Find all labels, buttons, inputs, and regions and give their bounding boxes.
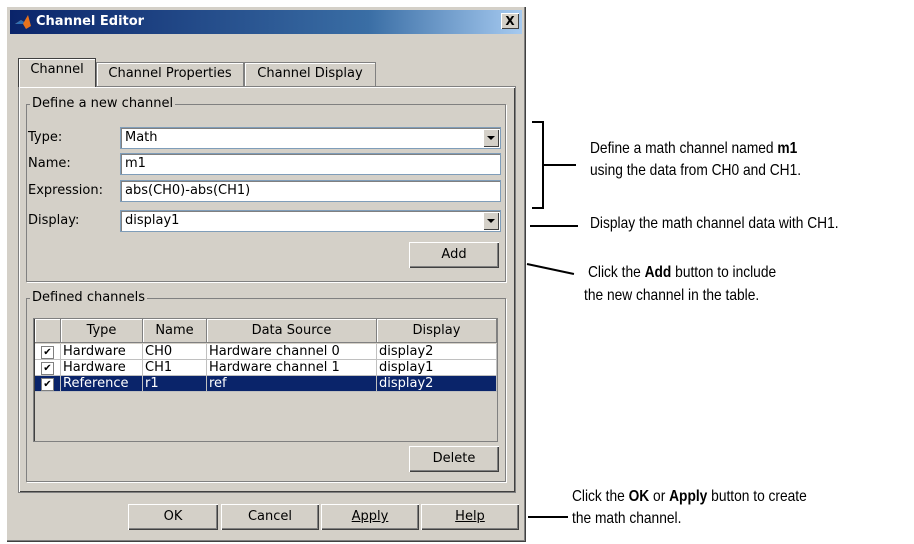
tab-channel-display[interactable]: Channel Display: [244, 62, 376, 87]
name-cell: r1: [143, 376, 207, 392]
apply-button[interactable]: Apply: [321, 504, 419, 530]
source-cell: Hardware channel 0: [207, 344, 377, 360]
window-title: Channel Editor: [36, 14, 145, 29]
annotation-bold: OK: [628, 488, 650, 505]
column-header[interactable]: Type: [61, 319, 143, 343]
type-label: Type:: [28, 130, 63, 145]
tab-channel-properties[interactable]: Channel Properties: [96, 62, 244, 87]
channel-editor-window: Channel Editor X Channel Channel Propert…: [6, 6, 526, 542]
type-value: Math: [125, 130, 158, 145]
column-header[interactable]: Display: [377, 319, 497, 343]
annotation-ok-apply-line2: the math channel.: [572, 510, 682, 527]
checkbox[interactable]: ✔: [41, 346, 54, 359]
annotation-text: button to create: [707, 488, 807, 505]
annotation-define-math-line2: using the data from CH0 and CH1.: [590, 162, 802, 179]
bracket-pointer: [544, 164, 576, 166]
type-cell: Hardware: [61, 360, 143, 376]
display-cell: display2: [377, 344, 497, 360]
help-button[interactable]: Help: [421, 504, 519, 530]
checkbox[interactable]: ✔: [41, 362, 54, 375]
checkbox-column-header: [35, 319, 61, 343]
annotation-bold: Add: [644, 264, 672, 281]
checkbox-cell: ✔: [35, 344, 61, 360]
close-button[interactable]: X: [501, 13, 519, 29]
add-button[interactable]: Add: [409, 242, 499, 268]
table-row[interactable]: ✔ Hardware CH0 Hardware channel 0 displa…: [35, 344, 497, 360]
delete-button[interactable]: Delete: [409, 446, 499, 472]
table-row[interactable]: ✔ Hardware CH1 Hardware channel 1 displa…: [35, 360, 497, 376]
column-header[interactable]: Name: [143, 319, 207, 343]
source-cell: Hardware channel 1: [207, 360, 377, 376]
tab-label: Channel Properties: [108, 66, 232, 81]
annotation-text: Click the: [588, 264, 645, 281]
chevron-down-icon[interactable]: [483, 129, 499, 147]
name-value: m1: [125, 156, 146, 171]
matlab-logo-icon: [15, 15, 31, 29]
add-pointer-line: [526, 263, 575, 275]
ok-button[interactable]: OK: [128, 504, 218, 530]
type-cell: Reference: [61, 376, 143, 392]
checkbox-cell: ✔: [35, 376, 61, 392]
chevron-down-icon[interactable]: [483, 212, 499, 230]
checkbox-cell: ✔: [35, 360, 61, 376]
checkbox[interactable]: ✔: [41, 378, 54, 391]
annotation-display: Display the math channel data with CH1.: [590, 215, 839, 232]
annotation-add: Click the Add button to include: [588, 262, 776, 283]
expression-label: Expression:: [28, 183, 103, 198]
tab-label: Channel Display: [257, 66, 363, 81]
annotation-add-line2: the new channel in the table.: [584, 287, 760, 304]
annotation-text: button to include: [671, 264, 777, 281]
expression-value: abs(CH0)-abs(CH1): [125, 183, 251, 198]
display-cell: display1: [377, 360, 497, 376]
channels-table: Type Name Data Source Display ✔ Hardware…: [33, 318, 498, 442]
name-label: Name:: [28, 156, 71, 171]
defined-channels-legend: Defined channels: [30, 290, 148, 305]
table-row-selected[interactable]: ✔ Reference r1 ref display2: [35, 376, 497, 392]
define-channel-legend: Define a new channel: [30, 96, 176, 111]
display-cell: display2: [377, 376, 497, 392]
type-dropdown[interactable]: Math: [120, 127, 501, 149]
table-header: Type Name Data Source Display: [35, 319, 497, 343]
display-dropdown[interactable]: display1: [120, 210, 501, 232]
name-field[interactable]: m1: [120, 153, 501, 175]
tab-label: Channel: [30, 62, 84, 77]
annotation-bold: m1: [777, 140, 798, 157]
title-bar[interactable]: Channel Editor X: [10, 10, 522, 34]
display-label: Display:: [28, 213, 80, 228]
display-value: display1: [125, 213, 180, 228]
annotation-text: Define a math channel named: [590, 140, 778, 157]
name-cell: CH0: [143, 344, 207, 360]
ok-pointer-line: [528, 516, 568, 518]
source-cell: ref: [207, 376, 377, 392]
expression-field[interactable]: abs(CH0)-abs(CH1): [120, 180, 501, 202]
bracket-bottom: [532, 207, 544, 209]
name-cell: CH1: [143, 360, 207, 376]
annotation-ok-apply: Click the OK or Apply button to create: [572, 486, 807, 507]
cancel-button[interactable]: Cancel: [221, 504, 319, 530]
annotation-bold: Apply: [669, 488, 708, 505]
display-pointer-line: [530, 225, 578, 227]
tab-channel[interactable]: Channel: [18, 58, 96, 87]
annotation-text: or: [649, 488, 670, 505]
type-cell: Hardware: [61, 344, 143, 360]
column-header[interactable]: Data Source: [207, 319, 377, 343]
annotation-text: Click the: [572, 488, 629, 505]
annotation-define-math: Define a math channel named m1: [590, 138, 797, 159]
